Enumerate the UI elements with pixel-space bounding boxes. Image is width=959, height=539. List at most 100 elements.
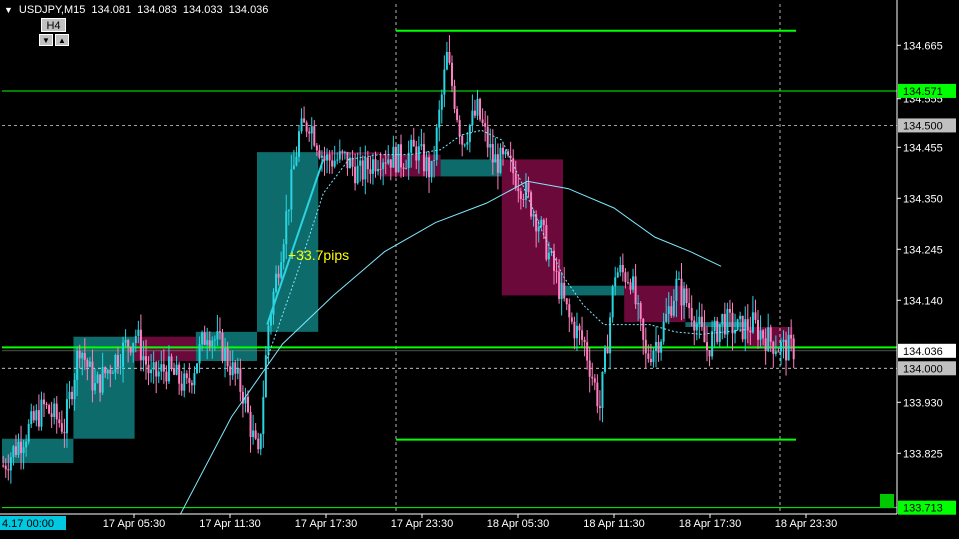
candle-body xyxy=(621,264,624,273)
candle-body xyxy=(37,410,40,427)
candle-body xyxy=(458,119,461,136)
y-tick-label: 133.825 xyxy=(903,448,943,460)
candle-body xyxy=(440,94,443,110)
pips-annotation: +33.7pips xyxy=(288,247,349,263)
candle-body xyxy=(206,340,209,345)
candle-body xyxy=(86,359,89,367)
candle-body xyxy=(116,354,119,367)
candle-body xyxy=(698,316,701,324)
candle-body xyxy=(132,343,135,353)
ohlc-low: 134.033 xyxy=(182,4,223,16)
candle-body xyxy=(371,159,374,174)
arrow-up-icon[interactable]: ▲ xyxy=(55,34,69,46)
candle-body xyxy=(55,403,58,420)
candle-body xyxy=(451,62,453,86)
candle-body xyxy=(420,144,423,147)
candle-body xyxy=(660,341,663,353)
candle-body xyxy=(476,98,479,116)
candle-body xyxy=(201,332,204,345)
collapse-triangle-icon[interactable]: ▼ xyxy=(4,5,13,15)
candle-body xyxy=(76,350,79,380)
x-tick-label: 17 Apr 17:30 xyxy=(295,518,357,530)
candle-body xyxy=(570,317,573,322)
candle-body xyxy=(254,430,257,439)
candle-body xyxy=(632,276,635,290)
candle-body xyxy=(657,341,660,353)
candle-body xyxy=(499,147,502,173)
y-tick-label: 134.350 xyxy=(903,193,943,205)
candle-body xyxy=(754,312,757,320)
candle-body xyxy=(318,150,321,158)
candle-body xyxy=(267,325,270,356)
x-tick-label: 18 Apr 11:30 xyxy=(583,518,645,530)
candle-body xyxy=(193,373,196,386)
candle-body xyxy=(167,356,170,382)
candle-body xyxy=(308,131,311,134)
candle-body xyxy=(764,338,767,351)
candle-body xyxy=(746,319,749,331)
timeframe-button[interactable]: H4 xyxy=(41,18,66,32)
arrow-down-icon[interactable]: ▼ xyxy=(39,34,53,46)
candle-body xyxy=(586,342,589,361)
candle-body xyxy=(491,143,494,163)
candle-body xyxy=(262,397,265,435)
candle-body xyxy=(479,98,482,120)
candle-body xyxy=(313,126,316,146)
candle-body xyxy=(165,371,168,382)
candle-body xyxy=(185,373,188,379)
candle-body xyxy=(213,339,216,341)
candle-body xyxy=(670,306,673,316)
candle-body xyxy=(512,158,515,174)
candle-body xyxy=(644,339,647,354)
candle-body xyxy=(65,399,68,434)
candle-body xyxy=(22,447,25,454)
candle-body xyxy=(58,419,61,424)
candle-body xyxy=(466,142,469,145)
chart-window[interactable]: 134.665 134.555 134.455 134.350 134.245 134.1… xyxy=(0,0,959,534)
candle-body xyxy=(749,330,752,333)
candle-body xyxy=(568,304,571,318)
candle-body xyxy=(649,358,652,363)
candle-body xyxy=(683,288,686,306)
candle-body xyxy=(382,162,385,170)
candle-body xyxy=(224,347,227,361)
candle-body xyxy=(573,321,576,339)
candle-body xyxy=(137,329,140,337)
candle-body xyxy=(234,362,237,374)
candle-body xyxy=(285,211,288,245)
candle-body xyxy=(326,154,329,161)
candle-body xyxy=(119,366,122,368)
candle-body xyxy=(634,276,637,305)
candle-body xyxy=(145,356,147,365)
price-chart[interactable]: 134.665134.555134.455134.350134.245134.1… xyxy=(0,0,959,534)
candle-body xyxy=(35,410,38,421)
candle-body xyxy=(152,362,155,370)
candle-body xyxy=(277,273,280,278)
y-tick-label: 134.140 xyxy=(903,295,943,307)
candle-body xyxy=(369,169,372,174)
candle-body xyxy=(626,282,629,284)
chart-header: ▼ USDJPY,M15 134.081 134.083 134.033 134… xyxy=(4,4,268,16)
candle-body xyxy=(792,338,795,360)
candle-body xyxy=(527,182,530,193)
candle-body xyxy=(772,341,775,354)
candle-body xyxy=(53,403,56,417)
candle-body xyxy=(639,303,642,319)
candle-body xyxy=(9,457,12,471)
candle-body xyxy=(767,327,770,351)
candle-body xyxy=(236,368,239,374)
price-tag-label: 134.500 xyxy=(903,120,943,132)
candle-body xyxy=(328,154,331,161)
candle-body xyxy=(249,412,252,438)
candle-body xyxy=(104,367,107,374)
candle-body xyxy=(203,332,206,345)
candle-body xyxy=(629,282,632,290)
candle-body xyxy=(155,362,158,377)
candle-body xyxy=(581,330,584,340)
candle-body xyxy=(774,351,777,354)
candle-body xyxy=(583,339,586,343)
candle-body xyxy=(394,146,397,173)
candle-body xyxy=(647,353,650,359)
candle-body xyxy=(81,353,84,359)
candle-body xyxy=(524,182,527,200)
